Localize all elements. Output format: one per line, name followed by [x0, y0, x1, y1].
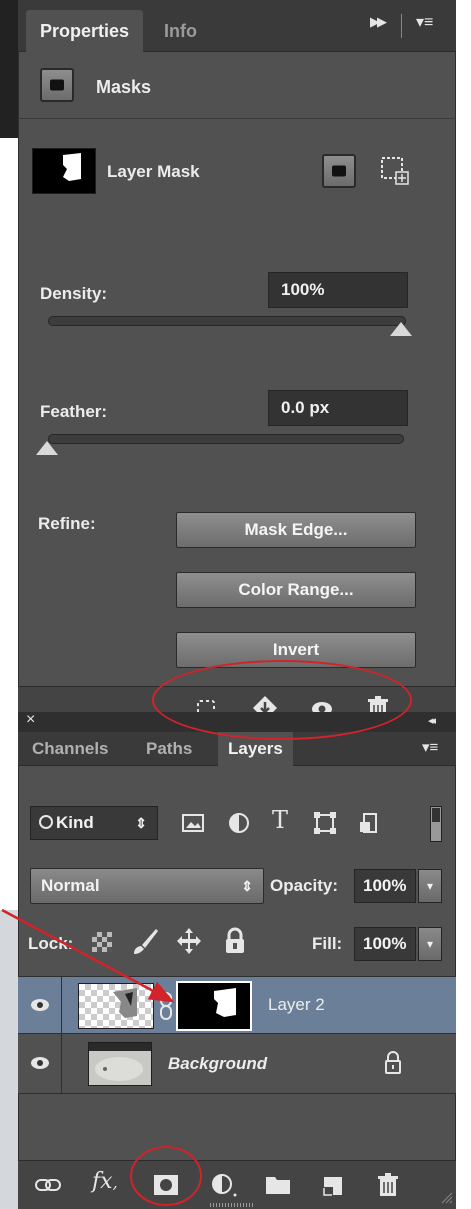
annotation-arrow — [1, 908, 175, 1003]
